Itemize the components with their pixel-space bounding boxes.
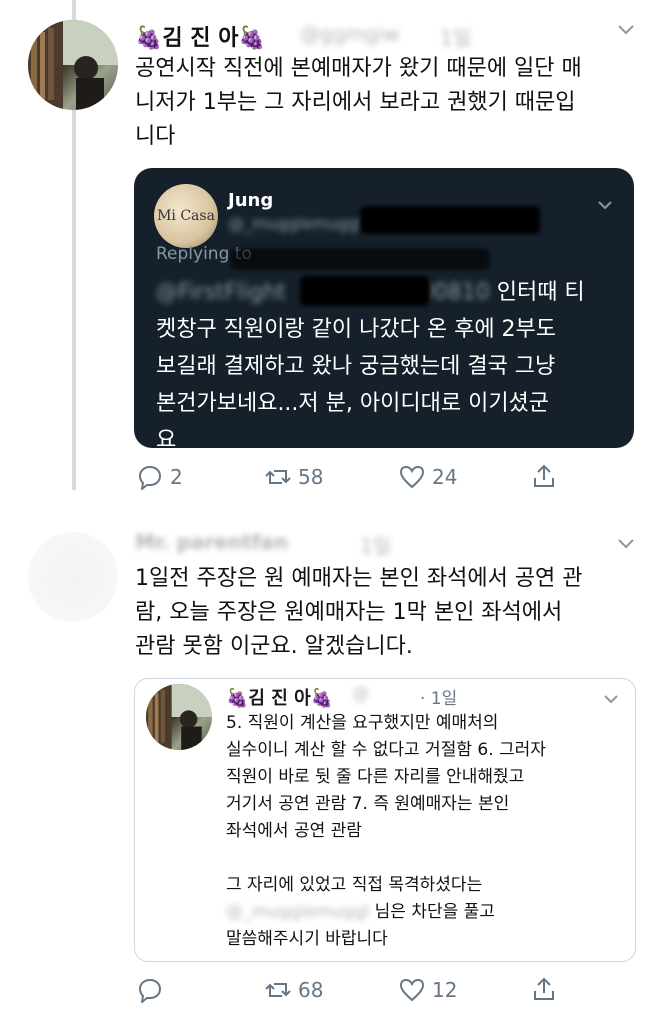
quoted-tweet-time: · 1일 — [420, 689, 458, 709]
reply-count: 2 — [170, 465, 183, 489]
tweet-text: 1일전 주장은 원 예매자는 본인 좌석에서 공연 관 람, 오늘 주장은 원예… — [135, 566, 583, 659]
quoted-avatar[interactable] — [146, 684, 212, 750]
avatar-label: Mi Casa — [157, 208, 215, 224]
mention-link[interactable]: 00810 — [420, 280, 490, 305]
share-button[interactable] — [530, 975, 558, 1003]
author-name[interactable]: Mr. parentfan — [135, 530, 288, 554]
author-name[interactable]: 🍇김 진 아🍇 — [135, 20, 266, 52]
reply-icon — [139, 466, 161, 490]
share-icon — [534, 977, 554, 1000]
reply-icon — [139, 979, 161, 1003]
redaction-box — [230, 248, 490, 270]
like-count: 12 — [432, 978, 458, 1002]
reply-button[interactable] — [136, 976, 170, 1004]
retweet-icon — [265, 470, 291, 484]
avatar[interactable] — [28, 20, 118, 110]
quoted-avatar[interactable]: Mi Casa — [154, 184, 218, 248]
author-handle: @ggmgiw — [300, 22, 400, 46]
like-button[interactable]: 12 — [398, 976, 457, 1004]
quoted-chevron-down-icon[interactable] — [596, 196, 614, 215]
quoted-author-handle: @ — [352, 684, 369, 704]
retweet-button[interactable]: 58 — [264, 463, 323, 491]
retweet-icon — [265, 983, 291, 997]
chevron-down-icon[interactable] — [616, 22, 636, 41]
like-count: 24 — [432, 465, 458, 489]
share-icon — [534, 464, 554, 487]
mention-link[interactable]: @FirstFlight — [156, 280, 286, 305]
reply-button[interactable]: 2 — [136, 463, 183, 491]
share-button[interactable] — [530, 462, 558, 490]
retweet-count: 58 — [298, 465, 324, 489]
tweet-time: 1일 — [360, 534, 392, 558]
quoted-author-name[interactable]: 🍇김 진 아🍇 — [226, 684, 333, 710]
redaction-box — [300, 276, 430, 306]
heart-icon — [399, 978, 425, 1002]
retweet-button[interactable]: 68 — [264, 976, 323, 1004]
chevron-down-icon[interactable] — [616, 536, 636, 555]
redaction-box — [360, 206, 540, 234]
quoted-author-name[interactable]: Jung — [228, 190, 273, 211]
mention-link[interactable]: @_mugglemuggl — [226, 902, 369, 922]
avatar-photo-icon — [28, 20, 118, 110]
quoted-author-handle: @_mugglemuggl — [228, 214, 363, 233]
tweet-text: 공연시작 직전에 본예매자가 왔기 때문에 일단 매 니저가 1부는 그 자리에… — [135, 56, 582, 149]
tweet-time: 1일 — [440, 26, 472, 50]
quoted-tweet-text: 5. 직원이 계산을 요구했지만 예매처의 실수이니 계산 할 수 없다고 거절… — [226, 713, 546, 949]
avatar-photo-icon — [146, 684, 212, 750]
avatar[interactable] — [28, 532, 118, 622]
like-button[interactable]: 24 — [398, 463, 457, 491]
retweet-count: 68 — [298, 978, 324, 1002]
quoted-chevron-down-icon[interactable] — [602, 690, 620, 709]
heart-icon — [399, 465, 425, 489]
